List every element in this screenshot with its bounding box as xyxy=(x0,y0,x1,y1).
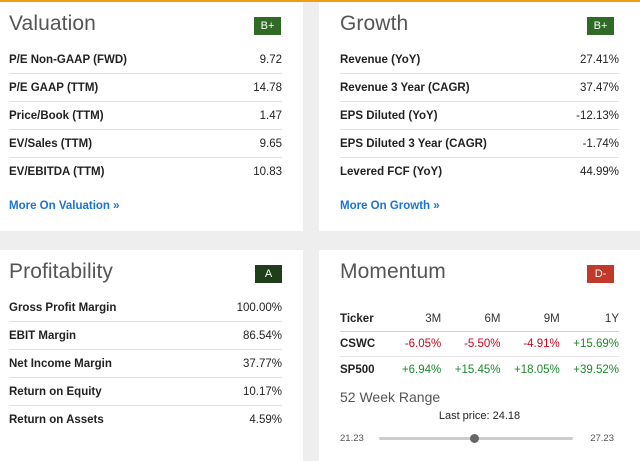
return-cell: -5.50% xyxy=(464,338,501,350)
table-row: CSWC -6.05% -5.50% -4.91% +15.69% xyxy=(340,332,619,357)
metric-label: Price/Book (TTM) xyxy=(9,109,104,122)
table-row: SP500 +6.94% +15.45% +18.05% +39.52% xyxy=(340,357,619,382)
metric-label: EPS Diluted (YoY) xyxy=(340,109,438,122)
metric-row: Return on Equity 10.17% xyxy=(9,378,282,406)
metric-label: EV/Sales (TTM) xyxy=(9,137,93,150)
metric-label: P/E GAAP (TTM) xyxy=(9,81,99,94)
metric-value: 10.83 xyxy=(253,166,282,178)
column-header-6m: 6M xyxy=(484,312,501,325)
metric-label: Revenue 3 Year (CAGR) xyxy=(340,81,470,94)
valuation-grade-badge: B+ xyxy=(254,17,281,35)
return-cell: +15.69% xyxy=(573,338,619,350)
metric-value: 9.65 xyxy=(259,137,282,150)
return-cell: +39.52% xyxy=(573,363,619,376)
metric-row: P/E GAAP (TTM) 14.78 xyxy=(9,74,282,102)
return-cell: -6.05% xyxy=(404,338,442,350)
metric-label: Return on Assets xyxy=(9,414,104,426)
metric-value: -12.13% xyxy=(576,109,619,122)
growth-metrics: Revenue (YoY) 27.41% Revenue 3 Year (CAGR… xyxy=(340,46,619,186)
52-week-range-track xyxy=(379,434,573,443)
metric-label: Net Income Margin xyxy=(9,357,112,370)
metric-row: Gross Profit Margin 100.00% xyxy=(9,294,282,322)
more-on-growth-link[interactable]: More On Growth » xyxy=(340,200,440,212)
metric-row: EPS Diluted (YoY) -12.13% xyxy=(340,102,619,130)
valuation-metrics: P/E Non-GAAP (FWD) 9.72 P/E GAAP (TTM) 14.… xyxy=(9,46,282,186)
column-header-9m: 9M xyxy=(543,312,560,325)
last-price-marker xyxy=(470,434,480,443)
metric-label: EBIT Margin xyxy=(9,329,77,342)
metric-row: Levered FCF (YoY) 44.99% xyxy=(340,158,619,186)
metric-value: 27.41% xyxy=(579,53,619,66)
metric-row: EV/EBITDA (TTM) 10.83 xyxy=(9,158,282,186)
last-price-label: Last price: 24.18 xyxy=(438,410,521,422)
metric-value: 4.59% xyxy=(249,414,282,426)
metric-value: 14.78 xyxy=(253,81,282,94)
metric-label: Gross Profit Margin xyxy=(9,301,117,314)
momentum-title: Momentum xyxy=(340,260,446,283)
ticker-cell: CSWC xyxy=(340,338,376,350)
metric-label: Levered FCF (YoY) xyxy=(340,166,443,178)
metric-row: Revenue (YoY) 27.41% xyxy=(340,46,619,74)
momentum-table: Ticker 3M 6M 9M 1Y CSWC -6.05% -5.50% -4… xyxy=(340,306,619,382)
metric-value: 37.47% xyxy=(579,81,619,94)
growth-grade-badge: B+ xyxy=(587,17,614,35)
metric-value: 9.72 xyxy=(259,53,282,66)
metric-row: Return on Assets 4.59% xyxy=(9,406,282,434)
profitability-card: Profitability A Gross Profit Margin 100.0… xyxy=(0,250,303,461)
profitability-title: Profitability xyxy=(9,260,114,283)
52-week-range-title: 52 Week Range xyxy=(340,389,441,405)
metric-label: Return on Equity xyxy=(9,385,102,398)
range-low-value: 21.23 xyxy=(340,433,364,444)
return-cell: +18.05% xyxy=(514,363,560,376)
metric-value: 10.17% xyxy=(242,385,282,398)
column-header-ticker: Ticker xyxy=(340,312,374,325)
growth-card: Growth B+ Revenue (YoY) 27.41% Revenue 3 … xyxy=(319,2,640,231)
column-header-1y: 1Y xyxy=(604,312,619,325)
momentum-grade-badge: D- xyxy=(587,265,614,283)
momentum-card: Momentum D- Ticker 3M 6M 9M 1Y CSWC -6.0… xyxy=(319,250,640,461)
metric-value: 37.77% xyxy=(242,357,282,370)
metric-label: EV/EBITDA (TTM) xyxy=(9,166,105,178)
metric-row: EV/Sales (TTM) 9.65 xyxy=(9,130,282,158)
return-cell: +6.94% xyxy=(401,363,442,376)
return-cell: -4.91% xyxy=(523,338,560,350)
growth-title: Growth xyxy=(340,12,409,35)
metric-label: P/E Non-GAAP (FWD) xyxy=(9,53,127,66)
metric-row: EBIT Margin 86.54% xyxy=(9,322,282,350)
metric-row: P/E Non-GAAP (FWD) 9.72 xyxy=(9,46,282,74)
metric-row: Price/Book (TTM) 1.47 xyxy=(9,102,282,130)
valuation-title: Valuation xyxy=(9,12,96,35)
metric-value: -1.74% xyxy=(582,137,619,150)
return-cell: +15.45% xyxy=(454,363,501,376)
metric-label: Revenue (YoY) xyxy=(340,53,421,66)
range-high-value: 27.23 xyxy=(590,433,614,444)
metric-value: 44.99% xyxy=(579,166,619,178)
more-on-valuation-link[interactable]: More On Valuation » xyxy=(9,200,120,212)
metric-row: Net Income Margin 37.77% xyxy=(9,350,282,378)
valuation-card: Valuation B+ P/E Non-GAAP (FWD) 9.72 P/E … xyxy=(0,2,303,231)
profitability-grade-badge: A xyxy=(255,265,282,283)
profitability-metrics: Gross Profit Margin 100.00% EBIT Margin 86… xyxy=(9,294,282,434)
metric-label: EPS Diluted 3 Year (CAGR) xyxy=(340,137,487,150)
column-header-3m: 3M xyxy=(425,312,442,325)
momentum-table-header: Ticker 3M 6M 9M 1Y xyxy=(340,306,619,332)
ticker-cell: SP500 xyxy=(340,363,375,376)
metric-row: EPS Diluted 3 Year (CAGR) -1.74% xyxy=(340,130,619,158)
metric-value: 1.47 xyxy=(259,109,282,122)
metric-value: 100.00% xyxy=(236,301,282,314)
metric-value: 86.54% xyxy=(242,329,282,342)
metric-row: Revenue 3 Year (CAGR) 37.47% xyxy=(340,74,619,102)
